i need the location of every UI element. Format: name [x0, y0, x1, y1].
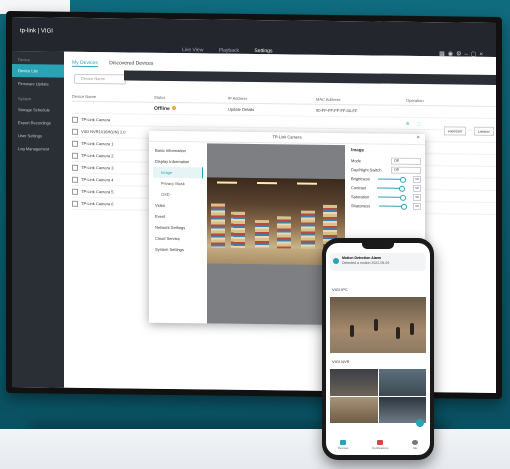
notifications-icon — [377, 440, 384, 445]
contrast-input[interactable]: 50 — [413, 184, 421, 193]
sharpness-field: Sharpness 50 — [351, 201, 421, 211]
profile-icon — [412, 440, 419, 445]
menu-video[interactable]: Video — [153, 200, 203, 212]
phone-notch — [362, 243, 394, 249]
add-button[interactable] — [416, 419, 424, 427]
menu-osd[interactable]: OSD — [153, 189, 203, 201]
sidebar-item-export[interactable]: Export Recordings — [12, 116, 64, 130]
settings-menu: Basic Information Display Information Im… — [153, 145, 203, 256]
search-input[interactable]: Device Name — [74, 73, 126, 85]
tab-my-devices[interactable]: My Devices — [72, 59, 98, 68]
panel-header: Image — [351, 147, 365, 153]
row-checkbox[interactable] — [72, 140, 78, 147]
brightness-input[interactable]: 50 — [413, 175, 421, 184]
phone-tabbar: Devices Notifications Me — [326, 435, 430, 455]
menu-display-info[interactable]: Display Information — [153, 156, 203, 168]
sidebar-item-users[interactable]: User Settings — [12, 129, 64, 143]
menu-cloud[interactable]: Cloud Service — [153, 233, 203, 245]
saturation-slider[interactable] — [378, 196, 405, 199]
sidebar-item-storage[interactable]: Storage Schedule — [12, 103, 64, 117]
warning-icon — [171, 106, 176, 111]
device-name: TP-Link Camera 1 — [81, 140, 114, 146]
sidebar-head-system: System — [18, 96, 32, 102]
dialog-title: TP-Link Camera — [149, 130, 425, 146]
section-ipc[interactable]: VIGI IPC — [332, 287, 348, 292]
row-checkbox[interactable] — [72, 188, 78, 195]
menu-image[interactable]: Image — [153, 166, 203, 179]
app-logo: tp-link | VIGI — [20, 28, 53, 35]
image-settings-panel: Image Mode Off Day/Night Switch Off Bright… — [351, 147, 421, 211]
offline-mac: 00-FF-FF-FF-FF-00-FF — [316, 107, 358, 114]
device-tabs: My Devices Discovered Devices — [72, 59, 163, 68]
menu-network[interactable]: Network Settings — [153, 222, 203, 234]
nvr-feed-grid[interactable] — [330, 369, 426, 423]
devices-icon — [340, 440, 347, 445]
alarm-icon — [333, 258, 339, 264]
row-checkbox[interactable] — [72, 200, 78, 207]
sidebar-item-firmware[interactable]: Firmware Update — [12, 77, 64, 91]
col-device-name: Device Name — [72, 93, 97, 100]
device-name: TP-Link Camera 4 — [81, 176, 114, 182]
row-checkbox[interactable] — [72, 176, 78, 183]
notification-title: Motion Detection Alarm — [342, 256, 382, 260]
phone: Motion Detection Alarm Detected a motion… — [322, 238, 434, 460]
sidebar: Device Device List Firmware Update Syste… — [12, 51, 64, 388]
tab-notifications[interactable]: Notifications — [372, 440, 389, 450]
sidebar-head-device: Device — [18, 57, 31, 63]
contrast-slider[interactable] — [376, 187, 403, 190]
menu-privacy-mask[interactable]: Privacy Mask — [153, 178, 203, 190]
menu-system[interactable]: System Settings — [153, 244, 203, 256]
operation-icons[interactable]: ⚙ ⬚ — [406, 121, 466, 127]
saturation-input[interactable]: 50 — [412, 193, 421, 202]
phone-screen: Motion Detection Alarm Detected a motion… — [326, 243, 430, 455]
notification-card[interactable]: Motion Detection Alarm Detected a motion… — [330, 253, 426, 271]
toolbar-strip — [124, 70, 496, 85]
col-ip: IP Address — [228, 95, 248, 101]
offline-ip: Update Details — [228, 106, 255, 113]
menu-basic-info[interactable]: Basic Information — [153, 145, 203, 157]
device-name: TP-Link Camera — [81, 116, 111, 122]
notification-subtitle: Detected a motion 2022-05-09 — [342, 261, 390, 265]
row-checkbox[interactable] — [72, 128, 78, 135]
row-checkbox[interactable] — [72, 164, 78, 171]
sharpness-slider[interactable] — [378, 205, 405, 208]
menu-event[interactable]: Event — [153, 211, 203, 223]
offline-label: Offline — [154, 105, 170, 112]
ipc-feed[interactable] — [330, 297, 426, 353]
row-checkbox[interactable] — [72, 152, 78, 159]
close-icon[interactable]: × — [416, 135, 420, 141]
col-operation: Operation — [406, 97, 424, 104]
col-mac: MAC Address — [316, 96, 341, 103]
tab-discovered[interactable]: Discovered Devices — [109, 60, 153, 67]
col-status: Status — [154, 94, 166, 100]
device-name: TP-Link Camera 3 — [81, 164, 114, 170]
mode-select[interactable]: Off — [391, 157, 421, 166]
sidebar-item-device-list[interactable]: Device List — [12, 64, 64, 78]
daynight-select[interactable]: Off — [391, 166, 421, 175]
device-name: TP-Link Camera 2 — [81, 152, 114, 158]
device-name: VIGI NVR1016H(UN) 1.0 — [81, 128, 126, 134]
tab-me[interactable]: Me — [412, 440, 419, 450]
tab-devices[interactable]: Devices — [338, 440, 349, 450]
brightness-slider[interactable] — [378, 178, 405, 181]
device-name: TP-Link Camera 6 — [81, 200, 114, 206]
section-nvr[interactable]: VIGI NVR — [332, 359, 350, 364]
row-checkbox[interactable] — [72, 116, 78, 123]
sharpness-input[interactable]: 50 — [413, 202, 421, 211]
device-name: TP-Link Camera 5 — [81, 188, 114, 194]
sidebar-item-log[interactable]: Log Management — [12, 142, 64, 156]
